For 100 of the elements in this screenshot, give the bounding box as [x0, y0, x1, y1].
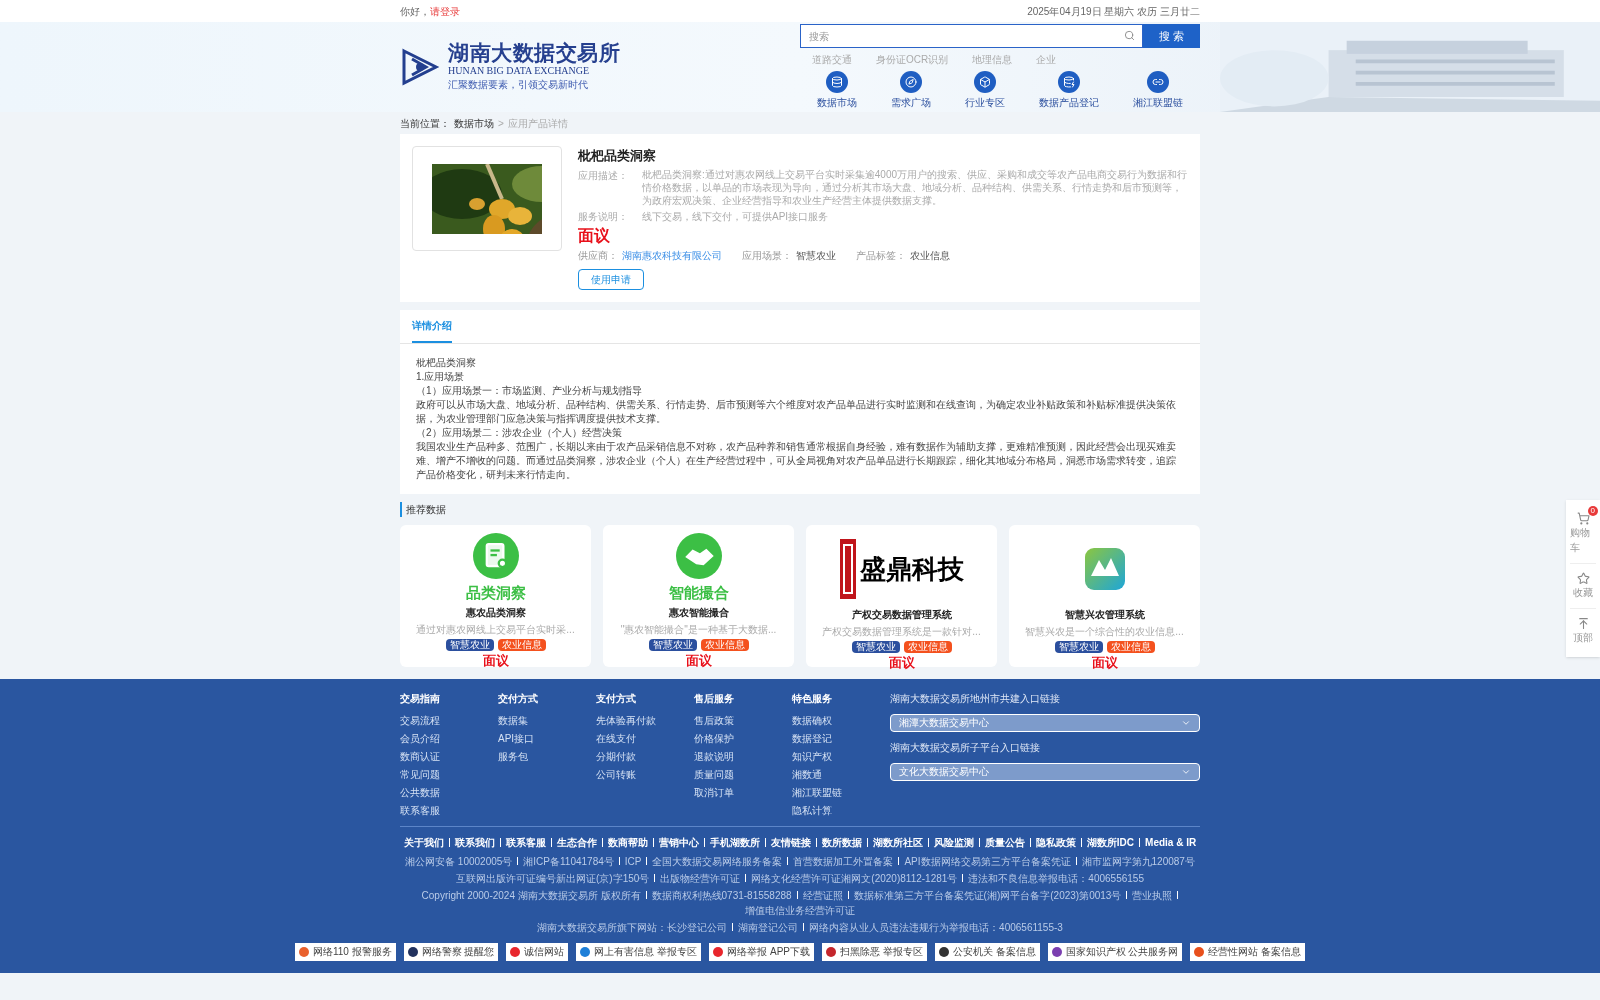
footer-link[interactable]: 分期付款 [596, 748, 686, 764]
certification-badge[interactable]: 网络举报 APP下载 [709, 942, 814, 961]
footer-link[interactable]: 知识产权 [792, 748, 882, 764]
footer-link[interactable]: 售后政策 [694, 712, 784, 728]
footer-link[interactable]: 会员介绍 [400, 730, 490, 746]
description-text: 枇杷品类洞察:通过对惠农网线上交易平台实时采集逾4000万用户的搜索、供应、采购和成交等农产品电商交易行为数据和行情价格数据，以单品的市场表现为导向，通过分析其市场大盘、地域分析、品种结构、供需关系、行情走势和后市预测等，为政府宏观决策、企业经营指导和农业生产经营主体提供数据支撑。 [642, 167, 1188, 207]
legal-link[interactable]: 湘ICP备11041784号 [523, 853, 614, 869]
footer-heading: 售后服务 [694, 691, 735, 706]
cart-count-badge: 0 [1587, 506, 1598, 516]
footer-link[interactable]: 数据集 [498, 712, 588, 728]
footer-link[interactable]: 隐私计算 [792, 802, 882, 818]
certification-badge[interactable]: 国家知识产权 公共服务网 [1047, 942, 1183, 961]
bottom-link[interactable]: 联系我们 [454, 834, 495, 850]
legal-link[interactable]: 首营数据加工外置备案 [793, 853, 894, 869]
certification-badge[interactable]: 网上有害信息 举报专区 [576, 942, 702, 961]
nav-item[interactable]: 行业专区 [965, 71, 1005, 110]
legal-link[interactable]: 营业执照 [1132, 887, 1173, 903]
footer-link[interactable]: 数据登记 [792, 730, 882, 746]
breadcrumb-label: 当前位置： [400, 116, 450, 131]
footer-link[interactable]: 湘江联盟链 [792, 784, 882, 800]
certification-badge[interactable]: 公安机关 备案信息 [934, 942, 1040, 961]
search-button[interactable]: 搜 索 [1142, 24, 1200, 48]
search-field[interactable]: 搜索 [800, 24, 1143, 48]
certification-badge[interactable]: 网络110 报警服务 [294, 942, 396, 961]
side-toolbar-item[interactable]: 0 购物车 [1570, 504, 1596, 563]
supplier-link[interactable]: 湖南惠农科技有限公司 [622, 247, 722, 263]
bottom-link[interactable]: 营销中心 [658, 834, 699, 850]
date-text: 2025年04月19日 星期六 农历 三月廿二 [1027, 4, 1200, 19]
footer-link[interactable]: 退款说明 [694, 748, 784, 764]
tag: 农业信息 [497, 638, 546, 651]
footer-link[interactable]: 先体验再付款 [596, 712, 686, 728]
bottom-link[interactable]: 生态合作 [556, 834, 597, 850]
side-toolbar-item[interactable]: 收藏 [1570, 563, 1596, 608]
legal-link[interactable]: 经营证照 [802, 887, 843, 903]
bottom-link[interactable]: 数所数据 [821, 834, 862, 850]
tag: 农业信息 [700, 638, 749, 651]
service-text: 线下交易，线下交付，可提供API接口服务 [642, 209, 829, 224]
legal-link[interactable]: 湖南大数据交易所旗下网站：长沙登记公司 [537, 919, 728, 935]
nav-item[interactable]: 数据市场 [817, 71, 857, 110]
footer-link[interactable]: 数商认证 [400, 748, 490, 764]
certification-badge[interactable]: 扫黑除恶 举报专区 [822, 942, 927, 961]
footer-link[interactable]: 在线支付 [596, 730, 686, 746]
legal-link[interactable]: API数据网络交易第三方平台备案凭证 [904, 853, 1071, 869]
legal-link[interactable]: 网络内容从业人员违法违规行为举报电话：4006561155-3 [809, 919, 1063, 935]
bottom-link[interactable]: 质量公告 [984, 834, 1025, 850]
legal-link[interactable]: 增值电信业务经营许可证 [745, 902, 855, 918]
card-title: 惠农智能撮合 [668, 605, 729, 620]
footer-link[interactable]: 价格保护 [694, 730, 784, 746]
footer-link[interactable]: API接口 [498, 730, 588, 746]
legal-link[interactable]: 网络文化经营许可证湘网文(2020)8112-1281号 [751, 870, 958, 886]
tag: 智慧农业 [1054, 640, 1103, 653]
bottom-link[interactable]: 风险监测 [933, 834, 974, 850]
legal-link[interactable]: 出版物经营许可证 [660, 870, 741, 886]
footer-link[interactable]: 服务包 [498, 748, 588, 764]
card-price: 面议 [685, 652, 712, 669]
bottom-link[interactable]: 数商帮助 [607, 834, 648, 850]
nav-item[interactable]: 需求广场 [891, 71, 931, 110]
footer-link[interactable]: 交易流程 [400, 712, 490, 728]
footer-link[interactable]: 数据确权 [792, 712, 882, 728]
bottom-link[interactable]: 手机湖数所 [709, 834, 760, 850]
footer-link[interactable]: 公共数据 [400, 784, 490, 800]
footer-link[interactable]: 常见问题 [400, 766, 490, 782]
legal-link[interactable]: 湘市监网字第九120087号 [1081, 853, 1195, 869]
bottom-link[interactable]: 友情链接 [770, 834, 811, 850]
price-text: 面议 [578, 225, 611, 246]
bottom-link[interactable]: 隐私政策 [1035, 834, 1076, 850]
legal-link[interactable]: Copyright 2000-2024 湖南大数据交易所 版权所有 [421, 887, 641, 903]
footer-link[interactable]: 质量问题 [694, 766, 784, 782]
side-toolbar-item[interactable]: 顶部 [1570, 608, 1596, 653]
certification-badge[interactable]: 诚信网站 [506, 942, 569, 961]
bottom-link[interactable]: 湖数所社区 [872, 834, 923, 850]
legal-link[interactable]: ICP [624, 853, 642, 869]
legal-link[interactable]: 互联网出版许可证编号新出网证(京)字150号 [456, 870, 650, 886]
nav-item[interactable]: 湘江联盟链 [1133, 71, 1183, 110]
certification-badge[interactable]: 经营性网站 备案信息 [1190, 942, 1306, 961]
footer-link[interactable]: 公司转账 [596, 766, 686, 782]
legal-link[interactable]: 湖南登记公司 [738, 919, 799, 935]
footer-link[interactable]: 湘数通 [792, 766, 882, 782]
document-search-icon [472, 532, 519, 579]
footer-link[interactable]: 联系客服 [400, 802, 490, 818]
legal-link[interactable]: 全国大数据交易网络服务备案 [652, 853, 783, 869]
apply-button[interactable]: 使用申请 [578, 268, 644, 290]
bottom-link[interactable]: 联系客服 [505, 834, 546, 850]
legal-link[interactable]: 违法和不良信息举报电话：4006556155 [968, 870, 1144, 886]
certification-badge[interactable]: 网络警察 提醒您 [403, 942, 499, 961]
logo-text: 智能撮合 [668, 582, 729, 603]
bottom-link[interactable]: 湖数所IDC [1086, 834, 1135, 850]
bottom-link[interactable]: 关于我们 [403, 834, 444, 850]
legal-link[interactable]: 湘公网安备 10002005号 [405, 853, 513, 869]
legal-link[interactable]: 数据标准第三方平台备案凭证(湘)网平台备字(2023)第0013号 [853, 887, 1122, 903]
bottom-link[interactable]: Media & IR [1145, 834, 1197, 850]
breadcrumb-link[interactable]: 数据市场 [454, 115, 494, 131]
login-link[interactable]: 请登录 [430, 3, 460, 19]
nav-item[interactable]: 数据产品登记 [1039, 71, 1099, 110]
detail-tab[interactable]: 详情介绍 [412, 309, 452, 343]
product-card[interactable]: 品类洞察 惠农品类洞察 通过对惠农网线上交易平台实时采... 智慧农业 农业信息 面议 [400, 524, 591, 667]
nav-icon [1058, 71, 1080, 93]
cart-icon [1576, 512, 1590, 525]
legal-link[interactable]: 数据商权利热线0731-81558288 [651, 887, 792, 903]
footer-link[interactable]: 取消订单 [694, 784, 784, 800]
